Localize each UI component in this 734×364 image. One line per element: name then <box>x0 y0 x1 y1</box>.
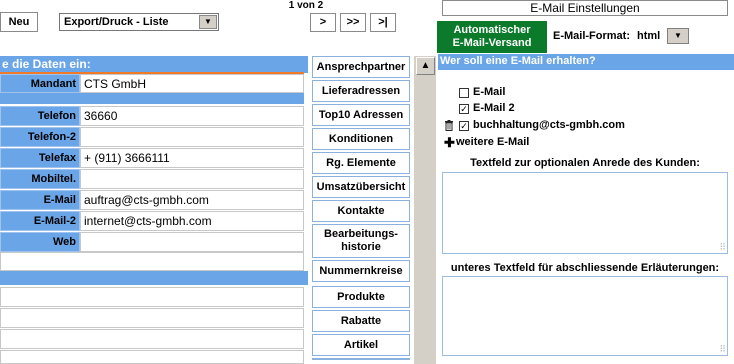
up-arrow-icon: ▲ <box>420 60 431 71</box>
scroll-up-button[interactable]: ▲ <box>416 57 435 75</box>
empty-row <box>0 329 304 349</box>
form-header: e die Daten ein: <box>0 56 308 73</box>
email-format-value[interactable]: html <box>637 30 665 44</box>
section-band <box>0 93 304 104</box>
recipient-email-checkbox[interactable] <box>459 88 469 98</box>
vertical-scrollbar[interactable] <box>414 56 436 364</box>
auto-email-button-line2: E-Mail-Versand <box>452 37 532 49</box>
empty-row <box>0 308 304 328</box>
salutation-label: Textfeld zur optionalen Anrede des Kunde… <box>470 157 700 169</box>
tab-lieferadressen[interactable]: Lieferadressen <box>312 80 410 102</box>
recipient-buchhaltung-label: buchhaltung@cts-gmbh.com <box>473 119 625 131</box>
tab-rabatte[interactable]: Rabatte <box>312 310 410 332</box>
tab-ansprechpartner[interactable]: Ansprechpartner <box>312 56 410 78</box>
chevron-down-icon: ▼ <box>674 31 682 40</box>
empty-row <box>0 252 304 271</box>
email-format-label: E-Mail-Format: <box>553 30 630 42</box>
tab-bearbeitungshistorie[interactable]: Bearbeitungs-historie <box>312 224 410 258</box>
recipients-header: Wer soll eine E-Mail erhalten? <box>438 54 734 70</box>
tab-konditionen[interactable]: Konditionen <box>312 128 410 150</box>
new-button[interactable]: Neu <box>0 12 38 32</box>
field-web[interactable] <box>80 232 304 252</box>
recipient-buchhaltung-checkbox[interactable]: ✓ <box>459 121 469 131</box>
field-label-telefon: Telefon <box>0 106 80 126</box>
recipient-email-2-label: E-Mail 2 <box>473 102 515 114</box>
add-email-link[interactable]: weitere E-Mail <box>456 136 576 150</box>
view-select-value: Export/Druck - Liste <box>64 16 169 28</box>
field-label-telefax: Telefax <box>0 148 80 168</box>
field-telefax[interactable]: + (911) 3666111 <box>80 148 304 168</box>
plus-icon[interactable]: ✚ <box>444 136 455 149</box>
email-format-dropdown[interactable]: ▼ <box>667 28 689 44</box>
salutation-textarea[interactable]: ⠿ <box>442 172 728 254</box>
tab-nummernkreise[interactable]: Nummernkreise <box>312 260 410 282</box>
trash-icon[interactable] <box>444 120 456 133</box>
field-label-telefon-2: Telefon-2 <box>0 127 80 147</box>
field-mandant[interactable]: CTS GmbH <box>80 74 304 93</box>
next-button[interactable]: > <box>310 13 336 32</box>
tab-produkte[interactable]: Produkte <box>312 286 410 308</box>
recipient-email-2-checkbox[interactable]: ✓ <box>459 104 469 114</box>
resize-grip-icon[interactable]: ⠿ <box>719 344 726 355</box>
last-button[interactable]: >| <box>370 13 396 32</box>
chevron-down-icon[interactable]: ▼ <box>199 15 217 29</box>
resize-grip-icon[interactable]: ⠿ <box>719 242 726 253</box>
jump-forward-button[interactable]: >> <box>340 13 366 32</box>
tab-top10-adressen[interactable]: Top10 Adressen <box>312 104 410 126</box>
section-band <box>0 271 308 285</box>
tab-divider <box>312 358 410 360</box>
field-email[interactable]: auftrag@cts-gmbh.com <box>80 190 304 210</box>
email-settings-title: E-Mail Einstellungen <box>442 0 728 16</box>
empty-row <box>0 287 304 307</box>
auto-email-button[interactable]: Automatischer E-Mail-Versand <box>437 21 547 53</box>
field-telefon[interactable]: 36660 <box>80 106 304 126</box>
field-label-mandant: Mandant <box>0 74 80 93</box>
view-select[interactable]: Export/Druck - Liste ▼ <box>59 13 219 31</box>
empty-row <box>0 350 304 364</box>
recipient-email-label: E-Mail <box>473 86 506 98</box>
tab-kontakte[interactable]: Kontakte <box>312 200 410 222</box>
field-label-email: E-Mail <box>0 190 80 210</box>
page-indicator: 1 von 2 <box>288 0 324 11</box>
field-label-mobiltel: Mobiltel. <box>0 169 80 189</box>
footer-textarea[interactable]: ⠿ <box>442 276 728 356</box>
field-telefon-2[interactable] <box>80 127 304 147</box>
tab-rg-elemente[interactable]: Rg. Elemente <box>312 152 410 174</box>
tab-umsatzuebersicht[interactable]: Umsatzübersicht <box>312 176 410 198</box>
field-label-email-2: E-Mail-2 <box>0 211 80 231</box>
field-mobiltel[interactable] <box>80 169 304 189</box>
auto-email-button-line1: Automatischer <box>453 24 531 36</box>
footer-text-label: unteres Textfeld für abschliessende Erlä… <box>450 262 720 274</box>
field-email-2[interactable]: internet@cts-gmbh.com <box>80 211 304 231</box>
tab-artikel[interactable]: Artikel <box>312 334 410 356</box>
field-label-web: Web <box>0 232 80 252</box>
